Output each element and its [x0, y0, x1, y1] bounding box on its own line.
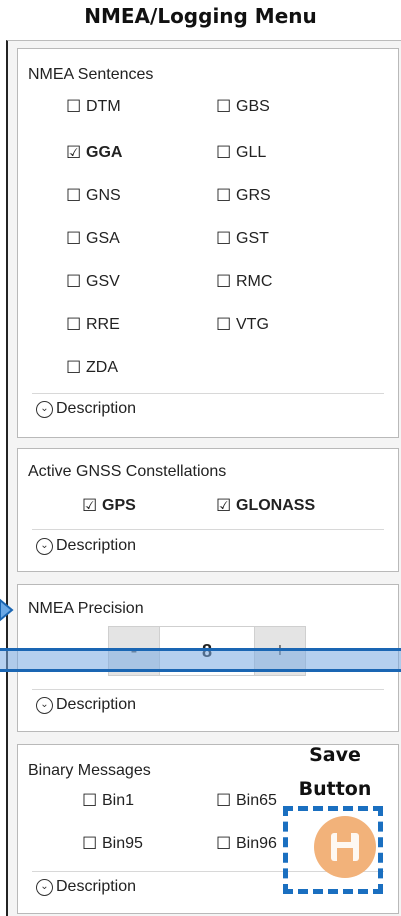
nmea-sentences-panel: NMEA Sentences ☐ DTM ☐ GBS ☑ GGA ☐ GLL ☐ GNS …: [17, 48, 399, 438]
checkbox-icon: ☐: [216, 315, 232, 334]
checkbox-icon: ☐: [66, 229, 82, 248]
checkbox-zda[interactable]: ☐ ZDA: [66, 358, 118, 378]
checkbox-label: GPS: [102, 497, 136, 514]
checkbox-icon: ☐: [82, 834, 98, 853]
checkbox-bin65[interactable]: ☐ Bin65: [216, 791, 277, 811]
arrow-pointer-icon: [0, 598, 14, 622]
gnss-panel: Active GNSS Constellations ☑ GPS ☑ GLONASS…: [17, 448, 399, 572]
checkbox-label: ZDA: [86, 359, 118, 376]
page-title: NMEA/Logging Menu: [84, 4, 317, 28]
checkbox-icon: ☐: [66, 186, 82, 205]
checkbox-bin95[interactable]: ☐ Bin95: [82, 834, 143, 854]
checkbox-label: GNS: [86, 187, 121, 204]
divider: [32, 689, 384, 690]
divider: [32, 393, 384, 394]
checkbox-gga[interactable]: ☑ GGA: [66, 143, 122, 163]
checkbox-label: RRE: [86, 316, 120, 333]
checkbox-gsv[interactable]: ☐ GSV: [66, 272, 120, 292]
checkbox-label: Bin96: [236, 835, 277, 852]
checkbox-icon: ☐: [216, 791, 232, 810]
checkbox-label: DTM: [86, 98, 121, 115]
nmea-sentences-title: NMEA Sentences: [28, 66, 154, 83]
checkbox-bin96[interactable]: ☐ Bin96: [216, 834, 277, 854]
chevron-down-icon: ⌄: [36, 696, 53, 714]
checkbox-label: GGA: [86, 144, 123, 161]
checkbox-label: GSA: [86, 230, 120, 247]
checkbox-icon: ☑: [82, 496, 98, 515]
checkbox-icon: ☑: [66, 143, 82, 162]
checkbox-gps[interactable]: ☑ GPS: [82, 496, 136, 516]
checkbox-icon: ☐: [216, 272, 232, 291]
checkbox-gll[interactable]: ☐ GLL: [216, 143, 266, 163]
checkbox-label: RMC: [236, 273, 273, 290]
checkbox-icon: ☐: [216, 186, 232, 205]
annotation-line: Save: [309, 744, 361, 766]
checkbox-bin1[interactable]: ☐ Bin1: [82, 791, 134, 811]
checkbox-grs[interactable]: ☐ GRS: [216, 186, 271, 206]
checkbox-label: Bin1: [102, 792, 135, 809]
checkbox-icon: ☑: [216, 496, 232, 515]
checkbox-label: GLL: [236, 144, 267, 161]
checkbox-gsa[interactable]: ☐ GSA: [66, 229, 120, 249]
chevron-down-icon: ⌄: [36, 400, 53, 418]
chevron-down-icon: ⌄: [36, 878, 53, 896]
checkbox-label: GST: [236, 230, 269, 247]
checkbox-icon: ☐: [66, 272, 82, 291]
checkbox-glonass[interactable]: ☑ GLONASS: [216, 496, 315, 516]
binary-title: Binary Messages: [28, 762, 151, 779]
checkbox-icon: ☐: [216, 834, 232, 853]
description-label: Description: [56, 696, 137, 713]
checkbox-rre[interactable]: ☐ RRE: [66, 315, 120, 335]
precision-title: NMEA Precision: [28, 600, 144, 617]
checkbox-label: VTG: [236, 316, 269, 333]
description-label: Description: [56, 878, 137, 895]
highlight-band: [0, 648, 401, 672]
checkbox-icon: ☐: [216, 143, 232, 162]
description-toggle[interactable]: ⌄ Description: [36, 696, 136, 714]
checkbox-icon: ☐: [66, 358, 82, 377]
checkbox-vtg[interactable]: ☐ VTG: [216, 315, 269, 335]
floppy-disk-icon: [331, 833, 359, 861]
checkbox-label: Bin95: [102, 835, 143, 852]
checkbox-icon: ☐: [216, 229, 232, 248]
gnss-title: Active GNSS Constellations: [28, 463, 227, 480]
checkbox-icon: ☐: [66, 97, 82, 116]
checkbox-label: Bin65: [236, 792, 277, 809]
description-toggle[interactable]: ⌄ Description: [36, 537, 136, 555]
checkbox-dtm[interactable]: ☐ DTM: [66, 97, 121, 117]
save-button[interactable]: [314, 816, 376, 878]
checkbox-icon: ☐: [216, 97, 232, 116]
checkbox-gns[interactable]: ☐ GNS: [66, 186, 121, 206]
description-toggle[interactable]: ⌄ Description: [36, 400, 136, 418]
checkbox-icon: ☐: [66, 315, 82, 334]
checkbox-icon: ☐: [82, 791, 98, 810]
checkbox-label: GLONASS: [236, 497, 316, 514]
save-button-annotation: Save Button: [280, 738, 390, 806]
description-label: Description: [56, 400, 137, 417]
checkbox-label: GBS: [236, 98, 270, 115]
checkbox-label: GSV: [86, 273, 120, 290]
annotation-line: Button: [298, 778, 372, 800]
description-label: Description: [56, 537, 137, 554]
chevron-down-icon: ⌄: [36, 537, 53, 555]
checkbox-gbs[interactable]: ☐ GBS: [216, 97, 270, 117]
checkbox-rmc[interactable]: ☐ RMC: [216, 272, 272, 292]
divider: [32, 529, 384, 530]
description-toggle[interactable]: ⌄ Description: [36, 878, 136, 896]
checkbox-label: GRS: [236, 187, 271, 204]
checkbox-gst[interactable]: ☐ GST: [216, 229, 269, 249]
